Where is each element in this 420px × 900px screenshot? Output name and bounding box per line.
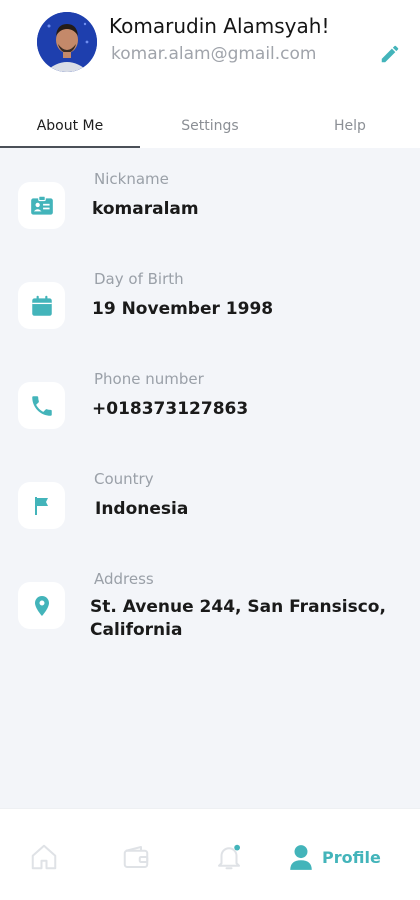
home-icon	[31, 844, 57, 870]
nav-home[interactable]	[28, 841, 60, 873]
tab-settings[interactable]: Settings	[140, 104, 280, 148]
birth-label: Day of Birth	[94, 270, 184, 288]
info-row-phone: Phone number +018373127863	[0, 368, 420, 458]
profile-icon	[290, 845, 312, 870]
profile-email: komar.alam@gmail.com	[111, 44, 317, 64]
about-me-panel: Nickname komaralam Day of Birth 19 Novem…	[0, 148, 420, 808]
tab-about-me[interactable]: About Me	[0, 104, 140, 148]
avatar[interactable]	[37, 12, 97, 72]
profile-name: Komarudin Alamsyah!	[109, 14, 330, 38]
profile-header: Komarudin Alamsyah! komar.alam@gmail.com	[0, 0, 420, 100]
info-row-birth: Day of Birth 19 November 1998	[0, 268, 420, 358]
nav-profile[interactable]: Profile	[288, 841, 398, 873]
info-row-nickname: Nickname komaralam	[0, 168, 420, 258]
bottom-navigation: Profile	[0, 808, 420, 900]
info-row-address: Address St. Avenue 244, San Fransisco, C…	[0, 568, 420, 678]
nav-wallet[interactable]	[120, 841, 152, 873]
location-pin-icon	[18, 582, 65, 629]
profile-tabs: About Me Settings Help	[0, 104, 420, 148]
tab-help[interactable]: Help	[280, 104, 420, 148]
phone-value: +018373127863	[92, 399, 249, 419]
phone-icon	[18, 382, 65, 429]
bell-icon	[218, 844, 240, 870]
country-label: Country	[94, 470, 154, 488]
wallet-icon	[123, 846, 149, 868]
phone-label: Phone number	[94, 370, 204, 388]
address-value: St. Avenue 244, San Fransisco, Californi…	[90, 597, 386, 640]
nav-notifications[interactable]	[213, 841, 245, 873]
nickname-label: Nickname	[94, 170, 169, 188]
nickname-value: komaralam	[92, 199, 199, 219]
calendar-icon	[18, 282, 65, 329]
country-value: Indonesia	[95, 499, 189, 519]
id-card-icon	[18, 182, 65, 229]
nav-profile-label: Profile	[322, 847, 381, 867]
edit-profile-button[interactable]	[376, 40, 404, 68]
flag-icon	[18, 482, 65, 529]
pencil-icon	[381, 45, 399, 63]
info-row-country: Country Indonesia	[0, 468, 420, 558]
birth-value: 19 November 1998	[92, 299, 274, 319]
address-label: Address	[94, 570, 154, 588]
